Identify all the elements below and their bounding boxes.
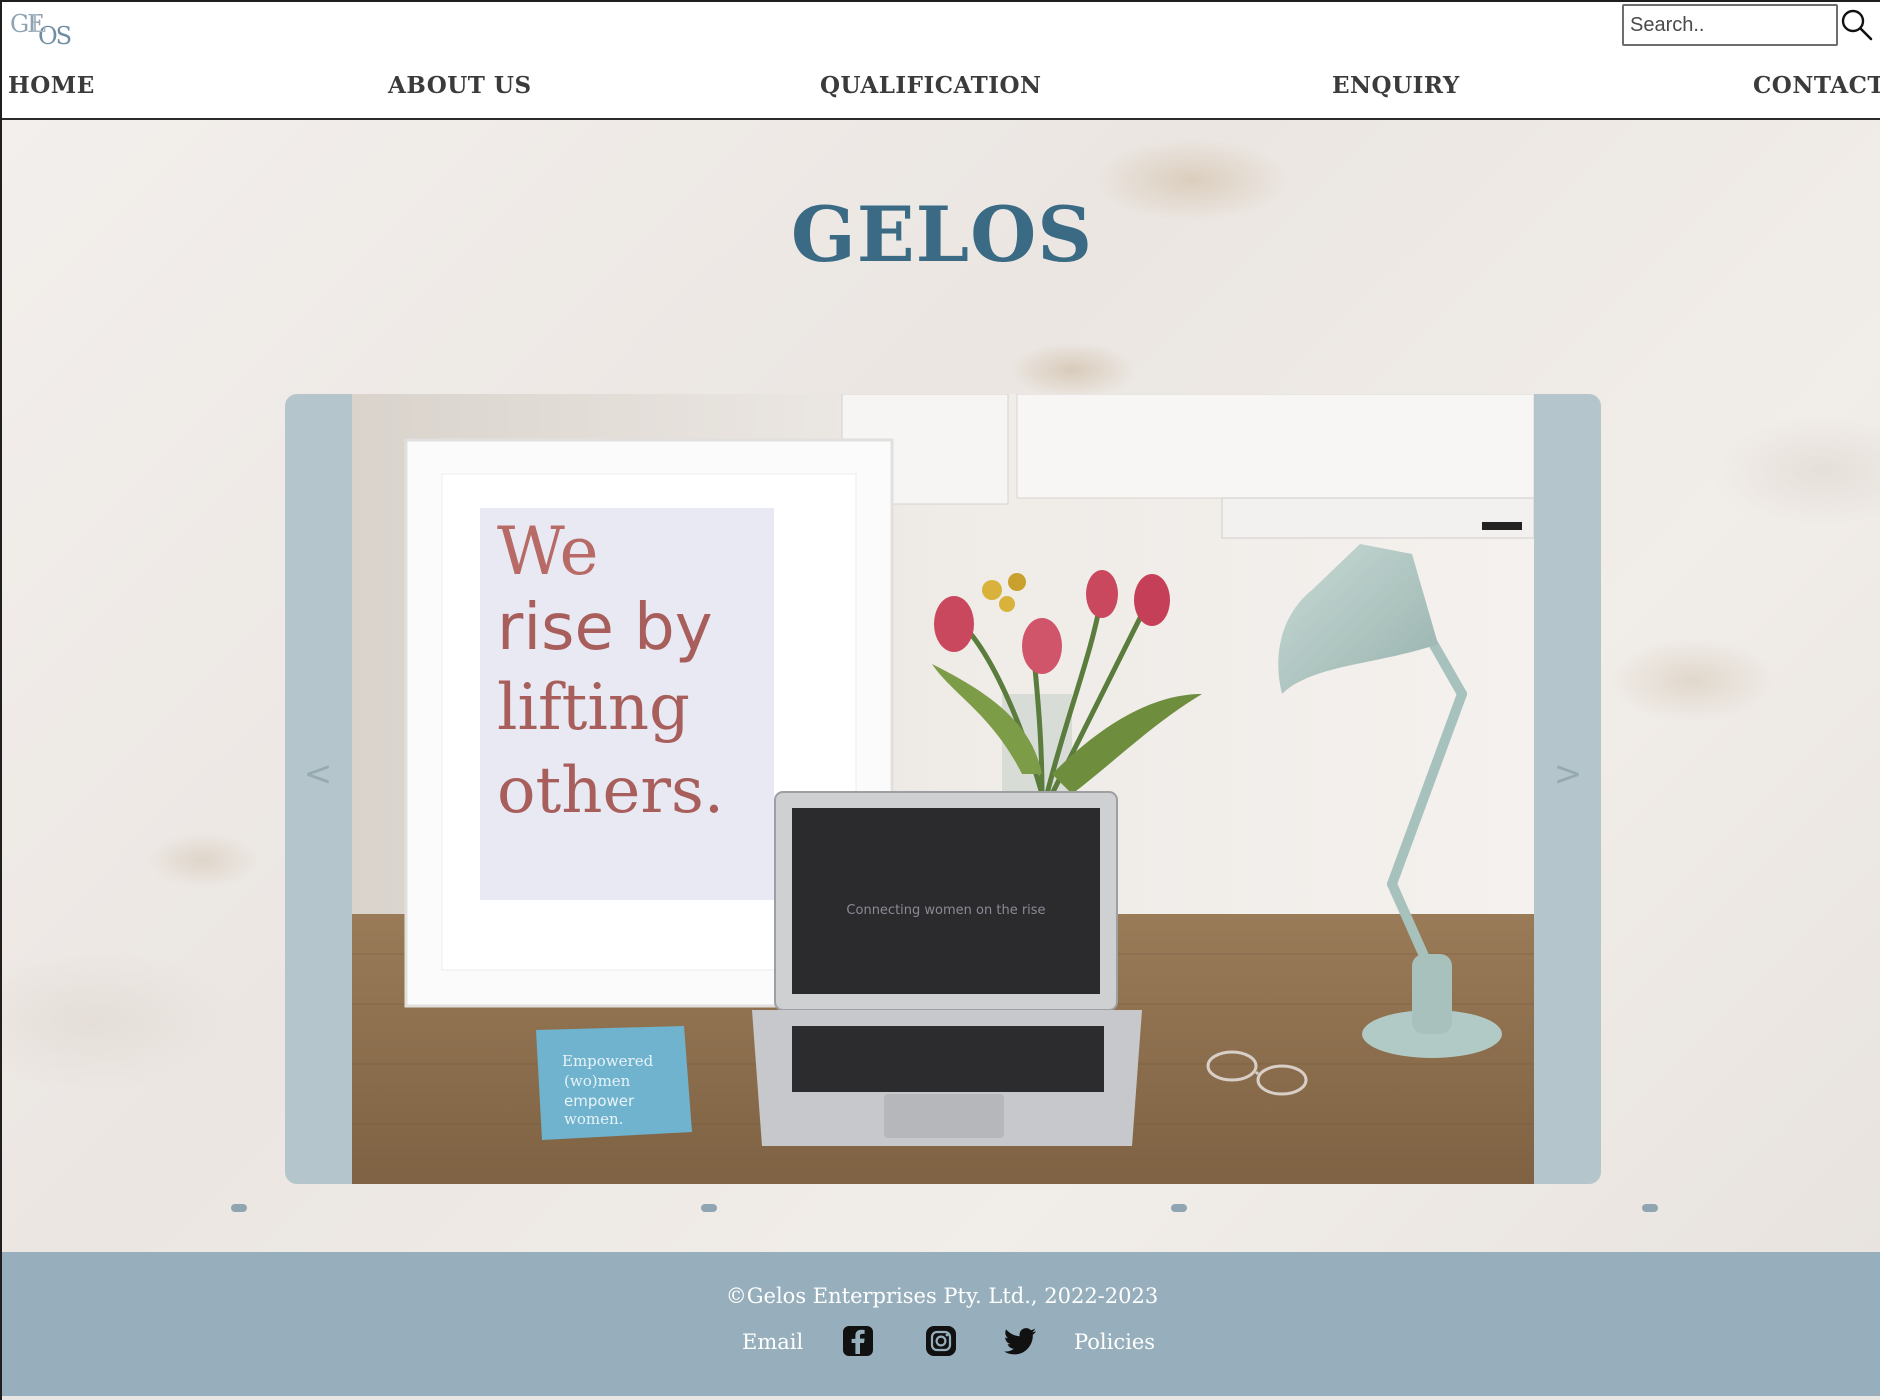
nav-qualification[interactable]: QUALIFICATION bbox=[820, 72, 1042, 99]
svg-text:(wo)men: (wo)men bbox=[564, 1072, 631, 1090]
slider-dot-4[interactable] bbox=[1642, 1204, 1658, 1212]
footer: ©Gelos Enterprises Pty. Ltd., 2022-2023 … bbox=[2, 1252, 1880, 1396]
main-nav: HOME ABOUT US QUALIFICATION ENQUIRY CONT… bbox=[2, 72, 1880, 114]
slider-prev-button[interactable]: < bbox=[298, 754, 338, 794]
search-input[interactable] bbox=[1622, 4, 1838, 46]
policies-link[interactable]: Policies bbox=[1074, 1330, 1155, 1354]
page: GE OS L HOME ABOUT US QUALIFICATION ENQU… bbox=[0, 0, 1880, 1400]
nav-contact[interactable]: CONTACT bbox=[1753, 72, 1880, 99]
header: GE OS L HOME ABOUT US QUALIFICATION ENQU… bbox=[2, 2, 1880, 120]
svg-text:empower: empower bbox=[564, 1092, 635, 1110]
slider-dot-1[interactable] bbox=[231, 1204, 247, 1212]
slide-image: We rise by lifting others. Connecting wo… bbox=[352, 394, 1534, 1184]
hero-section: GELOS < We rise by lifting others. Conne… bbox=[2, 120, 1880, 1252]
nav-home[interactable]: HOME bbox=[8, 72, 95, 99]
copyright-text: ©Gelos Enterprises Pty. Ltd., 2022-2023 bbox=[725, 1284, 1159, 1308]
logo-mark: GE OS L bbox=[10, 10, 73, 50]
page-title: GELOS bbox=[790, 190, 1094, 279]
slider-dot-2[interactable] bbox=[701, 1204, 717, 1212]
logo[interactable]: GE OS L bbox=[8, 6, 76, 50]
svg-text:women.: women. bbox=[564, 1110, 623, 1128]
search-button[interactable] bbox=[1838, 4, 1876, 46]
svg-text:others.: others. bbox=[497, 754, 724, 828]
search-bar bbox=[1622, 4, 1876, 46]
svg-text:rise by: rise by bbox=[497, 591, 713, 665]
image-slider: < We rise by lifting others. Connecting … bbox=[285, 394, 1601, 1184]
instagram-link[interactable] bbox=[924, 1324, 958, 1358]
svg-text:lifting: lifting bbox=[497, 671, 690, 745]
svg-text:We: We bbox=[497, 513, 599, 590]
email-link[interactable]: Email bbox=[742, 1330, 803, 1354]
facebook-link[interactable] bbox=[841, 1324, 875, 1358]
svg-text:Connecting women on the rise: Connecting women on the rise bbox=[846, 903, 1045, 918]
svg-text:Empowered: Empowered bbox=[562, 1052, 654, 1070]
bottom-strip bbox=[2, 1396, 1880, 1400]
instagram-icon bbox=[926, 1326, 956, 1356]
slider-dots bbox=[2, 1204, 1880, 1214]
nav-enquiry[interactable]: ENQUIRY bbox=[1332, 72, 1460, 99]
desk-scene-illustration: We rise by lifting others. Connecting wo… bbox=[352, 394, 1534, 1184]
footer-links: Email Policies bbox=[2, 1322, 1880, 1362]
twitter-link[interactable] bbox=[1002, 1324, 1036, 1358]
nav-about-us[interactable]: ABOUT US bbox=[388, 72, 532, 99]
search-icon bbox=[1841, 9, 1873, 41]
facebook-icon bbox=[843, 1326, 873, 1356]
twitter-icon bbox=[1004, 1328, 1036, 1355]
slider-next-button[interactable]: > bbox=[1548, 754, 1588, 794]
slider-dot-3[interactable] bbox=[1171, 1204, 1187, 1212]
